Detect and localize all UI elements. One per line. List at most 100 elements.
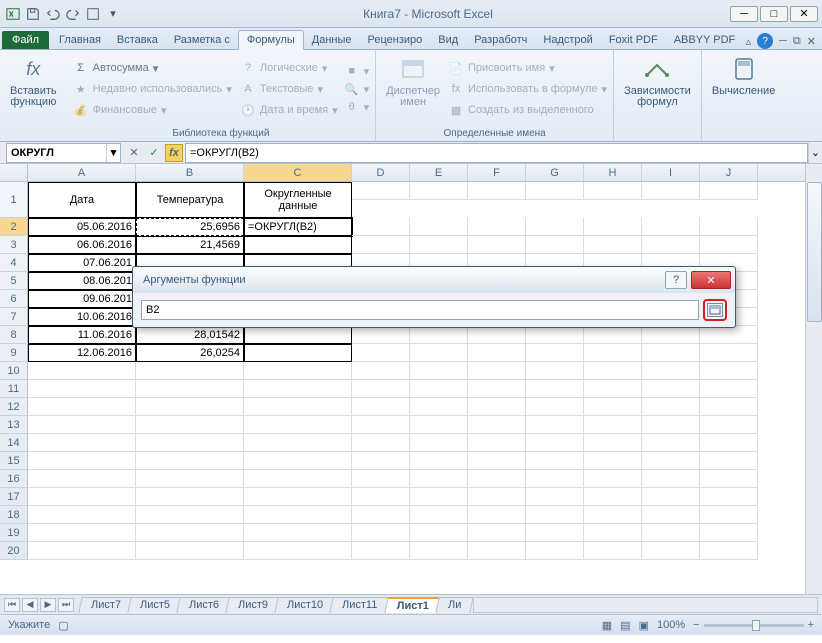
view-layout-icon[interactable]: ▤ bbox=[620, 619, 630, 632]
cell[interactable] bbox=[642, 452, 700, 470]
cell[interactable] bbox=[642, 488, 700, 506]
macro-record-icon[interactable]: ▢ bbox=[58, 619, 68, 632]
cell[interactable] bbox=[584, 470, 642, 488]
cell[interactable] bbox=[410, 326, 468, 344]
cell[interactable]: 28,01542 bbox=[136, 326, 244, 344]
undo-icon[interactable] bbox=[44, 5, 62, 23]
cell[interactable] bbox=[28, 362, 136, 380]
help-icon[interactable]: ? bbox=[757, 33, 773, 49]
dialog-close-button[interactable]: ✕ bbox=[691, 271, 731, 289]
cell[interactable] bbox=[526, 182, 584, 200]
row-header[interactable]: 19 bbox=[0, 524, 28, 542]
cell[interactable] bbox=[28, 488, 136, 506]
datetime-button[interactable]: 🕐Дата и время ▾ bbox=[240, 101, 338, 119]
view-pagebreak-icon[interactable]: ▣ bbox=[639, 619, 649, 632]
cell[interactable] bbox=[584, 326, 642, 344]
cell[interactable] bbox=[700, 362, 758, 380]
cell[interactable] bbox=[700, 344, 758, 362]
view-normal-icon[interactable]: ▦ bbox=[602, 619, 612, 632]
cell[interactable] bbox=[700, 416, 758, 434]
row-header[interactable]: 16 bbox=[0, 470, 28, 488]
cell[interactable] bbox=[352, 398, 410, 416]
column-header[interactable]: D bbox=[352, 164, 410, 181]
name-box[interactable]: ОКРУГЛ▾ bbox=[6, 143, 121, 163]
doc-restore-icon[interactable]: ⧉ bbox=[793, 35, 801, 48]
name-box-dropdown-icon[interactable]: ▾ bbox=[106, 144, 120, 162]
ribbon-tab[interactable]: Данные bbox=[304, 31, 360, 49]
fx-icon[interactable]: fx bbox=[165, 144, 183, 162]
cell[interactable] bbox=[468, 218, 526, 236]
cell[interactable] bbox=[700, 326, 758, 344]
cell[interactable]: 11.06.2016 bbox=[28, 326, 136, 344]
cell[interactable] bbox=[642, 524, 700, 542]
ribbon-tab[interactable]: Вид bbox=[430, 31, 466, 49]
cell[interactable] bbox=[526, 362, 584, 380]
minimize-button[interactable]: ─ bbox=[730, 6, 758, 22]
cell[interactable] bbox=[584, 344, 642, 362]
zoom-level[interactable]: 100% bbox=[657, 619, 685, 631]
cell[interactable] bbox=[352, 488, 410, 506]
cell[interactable] bbox=[28, 452, 136, 470]
cell[interactable] bbox=[410, 182, 468, 200]
cell[interactable] bbox=[468, 326, 526, 344]
cell[interactable] bbox=[28, 380, 136, 398]
qat-dropdown-icon[interactable]: ▾ bbox=[104, 5, 122, 23]
cell[interactable]: 10.06.2016 bbox=[28, 308, 136, 326]
cell[interactable]: Округленныеданные bbox=[244, 182, 352, 218]
sheet-tab[interactable]: Ли bbox=[435, 597, 474, 613]
cell[interactable] bbox=[352, 452, 410, 470]
cell[interactable] bbox=[352, 344, 410, 362]
cell[interactable] bbox=[244, 470, 352, 488]
row-header[interactable]: 2 bbox=[0, 218, 28, 236]
column-header[interactable]: F bbox=[468, 164, 526, 181]
cell[interactable] bbox=[642, 470, 700, 488]
cell[interactable] bbox=[584, 452, 642, 470]
sheet-tab[interactable]: Лист6 bbox=[176, 597, 231, 613]
cell[interactable] bbox=[410, 344, 468, 362]
cell[interactable] bbox=[352, 326, 410, 344]
cell[interactable] bbox=[468, 488, 526, 506]
cell[interactable] bbox=[468, 416, 526, 434]
ribbon-tab[interactable]: Foxit PDF bbox=[601, 31, 666, 49]
cell[interactable] bbox=[468, 542, 526, 560]
cell[interactable] bbox=[642, 380, 700, 398]
cell[interactable] bbox=[244, 524, 352, 542]
cell[interactable] bbox=[642, 398, 700, 416]
row-header[interactable]: 5 bbox=[0, 272, 28, 290]
cell[interactable] bbox=[700, 524, 758, 542]
cell[interactable] bbox=[700, 398, 758, 416]
cell[interactable] bbox=[700, 218, 758, 236]
cell[interactable] bbox=[136, 398, 244, 416]
sheet-tab[interactable]: Лист9 bbox=[225, 597, 280, 613]
cell[interactable] bbox=[410, 452, 468, 470]
cell[interactable] bbox=[526, 344, 584, 362]
cell[interactable] bbox=[136, 470, 244, 488]
cell[interactable] bbox=[468, 362, 526, 380]
cell[interactable] bbox=[700, 236, 758, 254]
cell[interactable] bbox=[526, 416, 584, 434]
cell[interactable] bbox=[136, 524, 244, 542]
cell[interactable] bbox=[700, 488, 758, 506]
calculation-button[interactable]: Вычисление bbox=[708, 52, 780, 141]
cell[interactable] bbox=[352, 434, 410, 452]
cell[interactable] bbox=[584, 506, 642, 524]
cell[interactable]: 26,0254 bbox=[136, 344, 244, 362]
dialog-titlebar[interactable]: Аргументы функции ? ✕ bbox=[133, 267, 735, 293]
cell[interactable] bbox=[700, 452, 758, 470]
cell[interactable]: 09.06.201 bbox=[28, 290, 136, 308]
cell[interactable] bbox=[584, 362, 642, 380]
sheet-nav-first-icon[interactable]: ⏮ bbox=[4, 598, 20, 612]
ribbon-tab[interactable]: Вставка bbox=[109, 31, 166, 49]
cell[interactable]: 25,6956 bbox=[136, 218, 244, 236]
cell[interactable] bbox=[526, 326, 584, 344]
cell[interactable] bbox=[700, 380, 758, 398]
cell[interactable] bbox=[410, 362, 468, 380]
cell[interactable] bbox=[352, 416, 410, 434]
cell[interactable] bbox=[352, 470, 410, 488]
lookup-icon[interactable]: 🔍▾ bbox=[344, 80, 370, 98]
cell[interactable] bbox=[584, 218, 642, 236]
cell[interactable] bbox=[244, 542, 352, 560]
cell[interactable] bbox=[468, 506, 526, 524]
cell[interactable] bbox=[410, 416, 468, 434]
cell[interactable] bbox=[526, 470, 584, 488]
